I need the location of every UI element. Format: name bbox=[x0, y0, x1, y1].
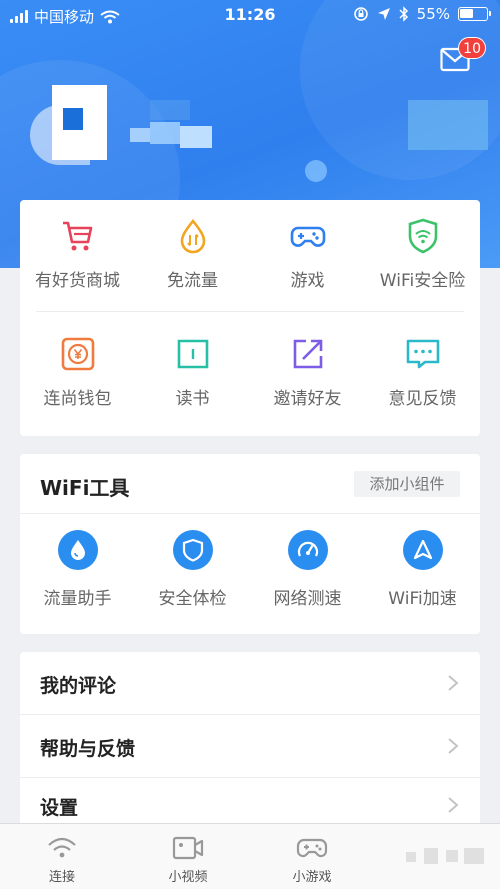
blurred-area bbox=[408, 100, 488, 150]
tab-mini-games[interactable]: 小游戏 bbox=[267, 824, 357, 889]
menu-item-help-feedback[interactable]: 帮助与反馈 bbox=[20, 715, 480, 777]
tool-label: 流量助手 bbox=[43, 589, 112, 609]
tab-label: 小视频 bbox=[168, 870, 208, 885]
feedback-icon bbox=[406, 339, 439, 369]
avatar[interactable] bbox=[30, 85, 110, 165]
free-data-icon bbox=[180, 218, 205, 254]
tool-data-assistant[interactable]: 流量助手 bbox=[20, 530, 135, 609]
rotation-lock-icon bbox=[353, 7, 368, 21]
tab-label: 连接 bbox=[48, 870, 75, 885]
speedometer-icon bbox=[297, 541, 318, 557]
grid-item-label: 有好货商城 bbox=[35, 271, 120, 291]
video-icon bbox=[172, 836, 204, 860]
grid-item-label: 连尚钱包 bbox=[43, 389, 112, 409]
wifi-icon bbox=[48, 837, 76, 858]
grid-item-label: 游戏 bbox=[290, 271, 325, 291]
watermark bbox=[406, 846, 486, 866]
chevron-right-icon bbox=[448, 675, 459, 691]
drop-icon bbox=[70, 540, 85, 560]
menu-item-label: 设置 bbox=[40, 797, 79, 819]
grid-item-free-data[interactable]: 免流量 bbox=[135, 218, 250, 291]
unread-badge: 10 bbox=[458, 37, 486, 59]
book-icon bbox=[177, 339, 208, 369]
tool-label: 安全体检 bbox=[158, 589, 227, 609]
grid-item-invite[interactable]: 邀请好友 bbox=[250, 336, 365, 409]
add-widget-button[interactable]: 添加小组件 bbox=[354, 471, 460, 497]
grid-item-wallet[interactable]: 连尚钱包 bbox=[20, 336, 135, 409]
grid-item-games[interactable]: 游戏 bbox=[250, 218, 365, 291]
tool-label: WiFi加速 bbox=[388, 589, 457, 609]
grid-item-reading[interactable]: 读书 bbox=[135, 336, 250, 409]
gamepad-icon bbox=[290, 226, 325, 247]
tab-connect[interactable]: 连接 bbox=[17, 824, 107, 889]
gamepad-icon bbox=[296, 838, 328, 858]
grid-item-mall[interactable]: 有好货商城 bbox=[20, 218, 135, 291]
grid-item-feedback[interactable]: 意见反馈 bbox=[365, 336, 480, 409]
wallet-icon bbox=[61, 337, 94, 371]
tool-security-check[interactable]: 安全体检 bbox=[135, 530, 250, 609]
chevron-right-icon bbox=[448, 797, 459, 813]
tool-label: 网络测速 bbox=[273, 589, 342, 609]
section-title: WiFi工具 bbox=[40, 476, 130, 500]
header-decoration-dot bbox=[305, 160, 327, 182]
wifi-tools-card: WiFi工具 添加小组件 流量助手 安全体检 网络测速 WiFi加速 bbox=[20, 454, 480, 634]
feature-grid-card: 有好货商城 免流量 游戏 WiFi安全险 连尚钱包 读书 邀请好友 意见反馈 bbox=[20, 200, 480, 436]
chevron-right-icon bbox=[448, 738, 459, 754]
tab-short-video[interactable]: 小视频 bbox=[143, 824, 233, 889]
battery-icon bbox=[458, 7, 491, 21]
username-blurred bbox=[130, 100, 240, 150]
grid-divider bbox=[36, 311, 464, 312]
menu-list-card: 我的评论 帮助与反馈 设置 bbox=[20, 652, 480, 832]
location-icon bbox=[377, 8, 390, 20]
battery-percent: 55% bbox=[416, 5, 450, 23]
grid-item-label: 免流量 bbox=[167, 271, 218, 291]
menu-item-label: 帮助与反馈 bbox=[40, 738, 136, 760]
tab-label: 小游戏 bbox=[292, 870, 332, 885]
section-divider bbox=[20, 513, 480, 514]
grid-item-label: 意见反馈 bbox=[388, 389, 457, 409]
status-bar: 中国移动 11:26 55% bbox=[0, 0, 500, 30]
tool-speed-test[interactable]: 网络测速 bbox=[250, 530, 365, 609]
grid-item-label: 邀请好友 bbox=[273, 389, 342, 409]
shield-icon bbox=[182, 538, 203, 562]
grid-item-label: 读书 bbox=[175, 389, 210, 409]
wifi-shield-icon bbox=[408, 218, 437, 254]
menu-item-my-comments[interactable]: 我的评论 bbox=[20, 652, 480, 714]
navigation-arrow-icon bbox=[413, 539, 432, 560]
bluetooth-icon bbox=[399, 6, 408, 22]
grid-item-label: WiFi安全险 bbox=[379, 271, 466, 291]
grid-item-wifi-insurance[interactable]: WiFi安全险 bbox=[365, 218, 480, 291]
menu-item-label: 我的评论 bbox=[40, 675, 117, 697]
tool-wifi-boost[interactable]: WiFi加速 bbox=[365, 530, 480, 609]
invite-icon bbox=[293, 339, 322, 369]
cart-icon bbox=[62, 221, 92, 251]
